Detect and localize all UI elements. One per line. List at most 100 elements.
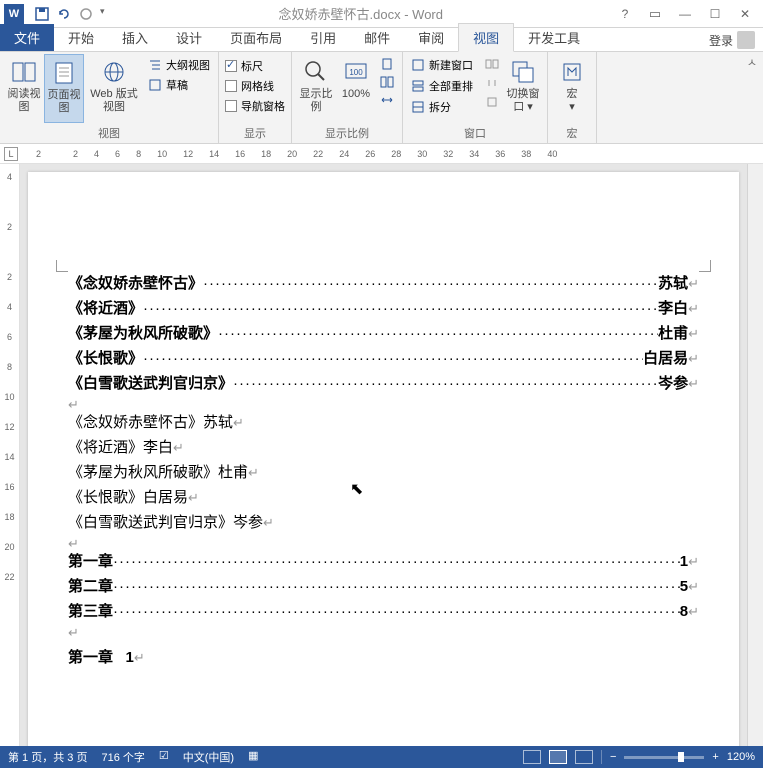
chapter-toc-entry: 第二章·····································…: [68, 575, 699, 596]
tab-review[interactable]: 审阅: [404, 24, 458, 51]
help-icon[interactable]: ?: [611, 4, 639, 24]
status-spellcheck-icon[interactable]: ☑: [159, 749, 169, 765]
tab-layout[interactable]: 页面布局: [216, 24, 296, 51]
new-window-button[interactable]: 新建窗口: [409, 56, 475, 74]
outline-icon: [148, 58, 162, 72]
navpane-checkbox[interactable]: 导航窗格: [225, 98, 285, 114]
page-canvas[interactable]: 《念奴娇赤壁怀古》·······························…: [20, 164, 747, 746]
login-label: 登录: [709, 32, 733, 49]
ribbon: ㅅ 阅读视图 页面视图 Web 版式视图 大纲视图 草稿 视图: [0, 52, 763, 144]
chapter-heading: 第一章 1↵: [68, 646, 699, 667]
vertical-ruler[interactable]: 42246810121416182022: [0, 164, 20, 746]
quick-access-toolbar: ▾: [28, 6, 111, 22]
login-link[interactable]: 登录: [709, 31, 755, 49]
zoom-button[interactable]: 显示比例: [296, 54, 336, 123]
vertical-scrollbar[interactable]: [747, 164, 763, 746]
ruler-checkbox[interactable]: 标尺: [225, 58, 285, 74]
undo-icon[interactable]: [56, 6, 72, 22]
reset-position-button[interactable]: [483, 94, 501, 110]
ribbon-options-icon[interactable]: ▭: [641, 4, 669, 24]
macros-button[interactable]: 宏▾: [552, 54, 592, 123]
switch-windows-icon: [509, 58, 537, 86]
split-button[interactable]: 拆分: [409, 98, 475, 116]
toc-entry: 《将近酒》···································…: [68, 297, 699, 318]
body-line: 《长恨歌》白居易↵: [68, 486, 699, 507]
ruler-label: 标尺: [241, 58, 263, 74]
avatar-icon: [737, 31, 755, 49]
draft-label: 草稿: [166, 77, 188, 93]
tab-insert[interactable]: 插入: [108, 24, 162, 51]
zoom-100-button[interactable]: 100 100%: [336, 54, 376, 123]
page-width-button[interactable]: [378, 92, 396, 108]
status-macro-icon[interactable]: ▦: [248, 749, 258, 765]
body-line: 《茅屋为秋风所破歌》杜甫↵: [68, 461, 699, 482]
qat-dropdown-icon[interactable]: ▾: [100, 6, 105, 22]
print-layout-view-button[interactable]: [549, 750, 567, 764]
arrange-all-button[interactable]: 全部重排: [409, 77, 475, 95]
minimize-button[interactable]: —: [671, 4, 699, 24]
group-show: 标尺 网格线 导航窗格 显示: [219, 52, 292, 143]
web-layout-label: Web 版式视图: [86, 88, 142, 114]
tab-mailings[interactable]: 邮件: [350, 24, 404, 51]
toc-entry: 《念奴娇赤壁怀古》·······························…: [68, 272, 699, 293]
read-mode-button[interactable]: 阅读视图: [4, 54, 44, 123]
tab-file[interactable]: 文件: [0, 24, 54, 51]
horizontal-ruler[interactable]: L 2246810121416182022242628303234363840: [0, 144, 763, 164]
ribbon-tabs: 文件 开始 插入 设计 页面布局 引用 邮件 审阅 视图 开发工具 登录: [0, 28, 763, 52]
tab-references[interactable]: 引用: [296, 24, 350, 51]
toc-entry: 《长恨歌》···································…: [68, 347, 699, 368]
draft-view-button[interactable]: 草稿: [146, 76, 212, 94]
tab-design[interactable]: 设计: [162, 24, 216, 51]
group-macros-label: 宏: [552, 123, 592, 143]
macros-icon: [558, 58, 586, 86]
print-layout-icon: [50, 59, 78, 87]
status-language[interactable]: 中文(中国): [183, 749, 234, 765]
tab-view[interactable]: 视图: [458, 23, 514, 52]
divider: [601, 750, 602, 764]
group-show-label: 显示: [223, 123, 287, 143]
body-line: 《将近酒》李白↵: [68, 436, 699, 457]
split-label: 拆分: [429, 99, 451, 115]
new-window-icon: [411, 58, 425, 72]
zoom-100-label: 100%: [342, 88, 370, 101]
switch-windows-button[interactable]: 切换窗口 ▾: [503, 54, 543, 123]
maximize-button[interactable]: ☐: [701, 4, 729, 24]
redo-icon[interactable]: [78, 6, 94, 22]
multi-page-button[interactable]: [378, 74, 396, 90]
group-views: 阅读视图 页面视图 Web 版式视图 大纲视图 草稿 视图: [0, 52, 219, 143]
one-page-button[interactable]: [378, 56, 396, 72]
sync-scroll-button[interactable]: [483, 75, 501, 91]
zoom-level[interactable]: 120%: [727, 751, 755, 763]
group-zoom-label: 显示比例: [296, 123, 398, 143]
zoom-in-button[interactable]: +: [712, 751, 718, 763]
arrange-all-label: 全部重排: [429, 78, 473, 94]
web-layout-button[interactable]: Web 版式视图: [84, 54, 144, 123]
page-width-icon: [380, 93, 394, 107]
zoom-icon: [302, 58, 330, 86]
read-mode-view-button[interactable]: [523, 750, 541, 764]
status-word-count[interactable]: 716 个字: [101, 749, 144, 765]
group-window-label: 窗口: [407, 123, 543, 143]
web-layout-view-button[interactable]: [575, 750, 593, 764]
zoom-out-button[interactable]: −: [610, 751, 616, 763]
close-button[interactable]: ✕: [731, 4, 759, 24]
print-layout-button[interactable]: 页面视图: [44, 54, 84, 123]
split-icon: [411, 100, 425, 114]
gridlines-checkbox[interactable]: 网格线: [225, 78, 285, 94]
toc-entry: 《茅屋为秋风所破歌》······························…: [68, 322, 699, 343]
window-title: 念奴娇赤壁怀古.docx - Word: [111, 4, 611, 23]
zoom-100-icon: 100: [342, 58, 370, 86]
collapse-ribbon-icon[interactable]: ㅅ: [747, 54, 757, 70]
save-icon[interactable]: [34, 6, 50, 22]
page: 《念奴娇赤壁怀古》·······························…: [28, 172, 739, 746]
zoom-slider-thumb[interactable]: [678, 752, 684, 762]
tab-developer[interactable]: 开发工具: [514, 24, 594, 51]
status-page[interactable]: 第 1 页，共 3 页: [8, 749, 87, 765]
tab-selector[interactable]: L: [4, 147, 18, 161]
outline-view-button[interactable]: 大纲视图: [146, 56, 212, 74]
zoom-slider[interactable]: [624, 756, 704, 759]
body-line: 《白雪歌送武判官归京》岑参↵: [68, 511, 699, 532]
group-window: 新建窗口 全部重排 拆分 切换窗口 ▾ 窗口: [403, 52, 548, 143]
tab-home[interactable]: 开始: [54, 24, 108, 51]
view-side-button[interactable]: [483, 56, 501, 72]
